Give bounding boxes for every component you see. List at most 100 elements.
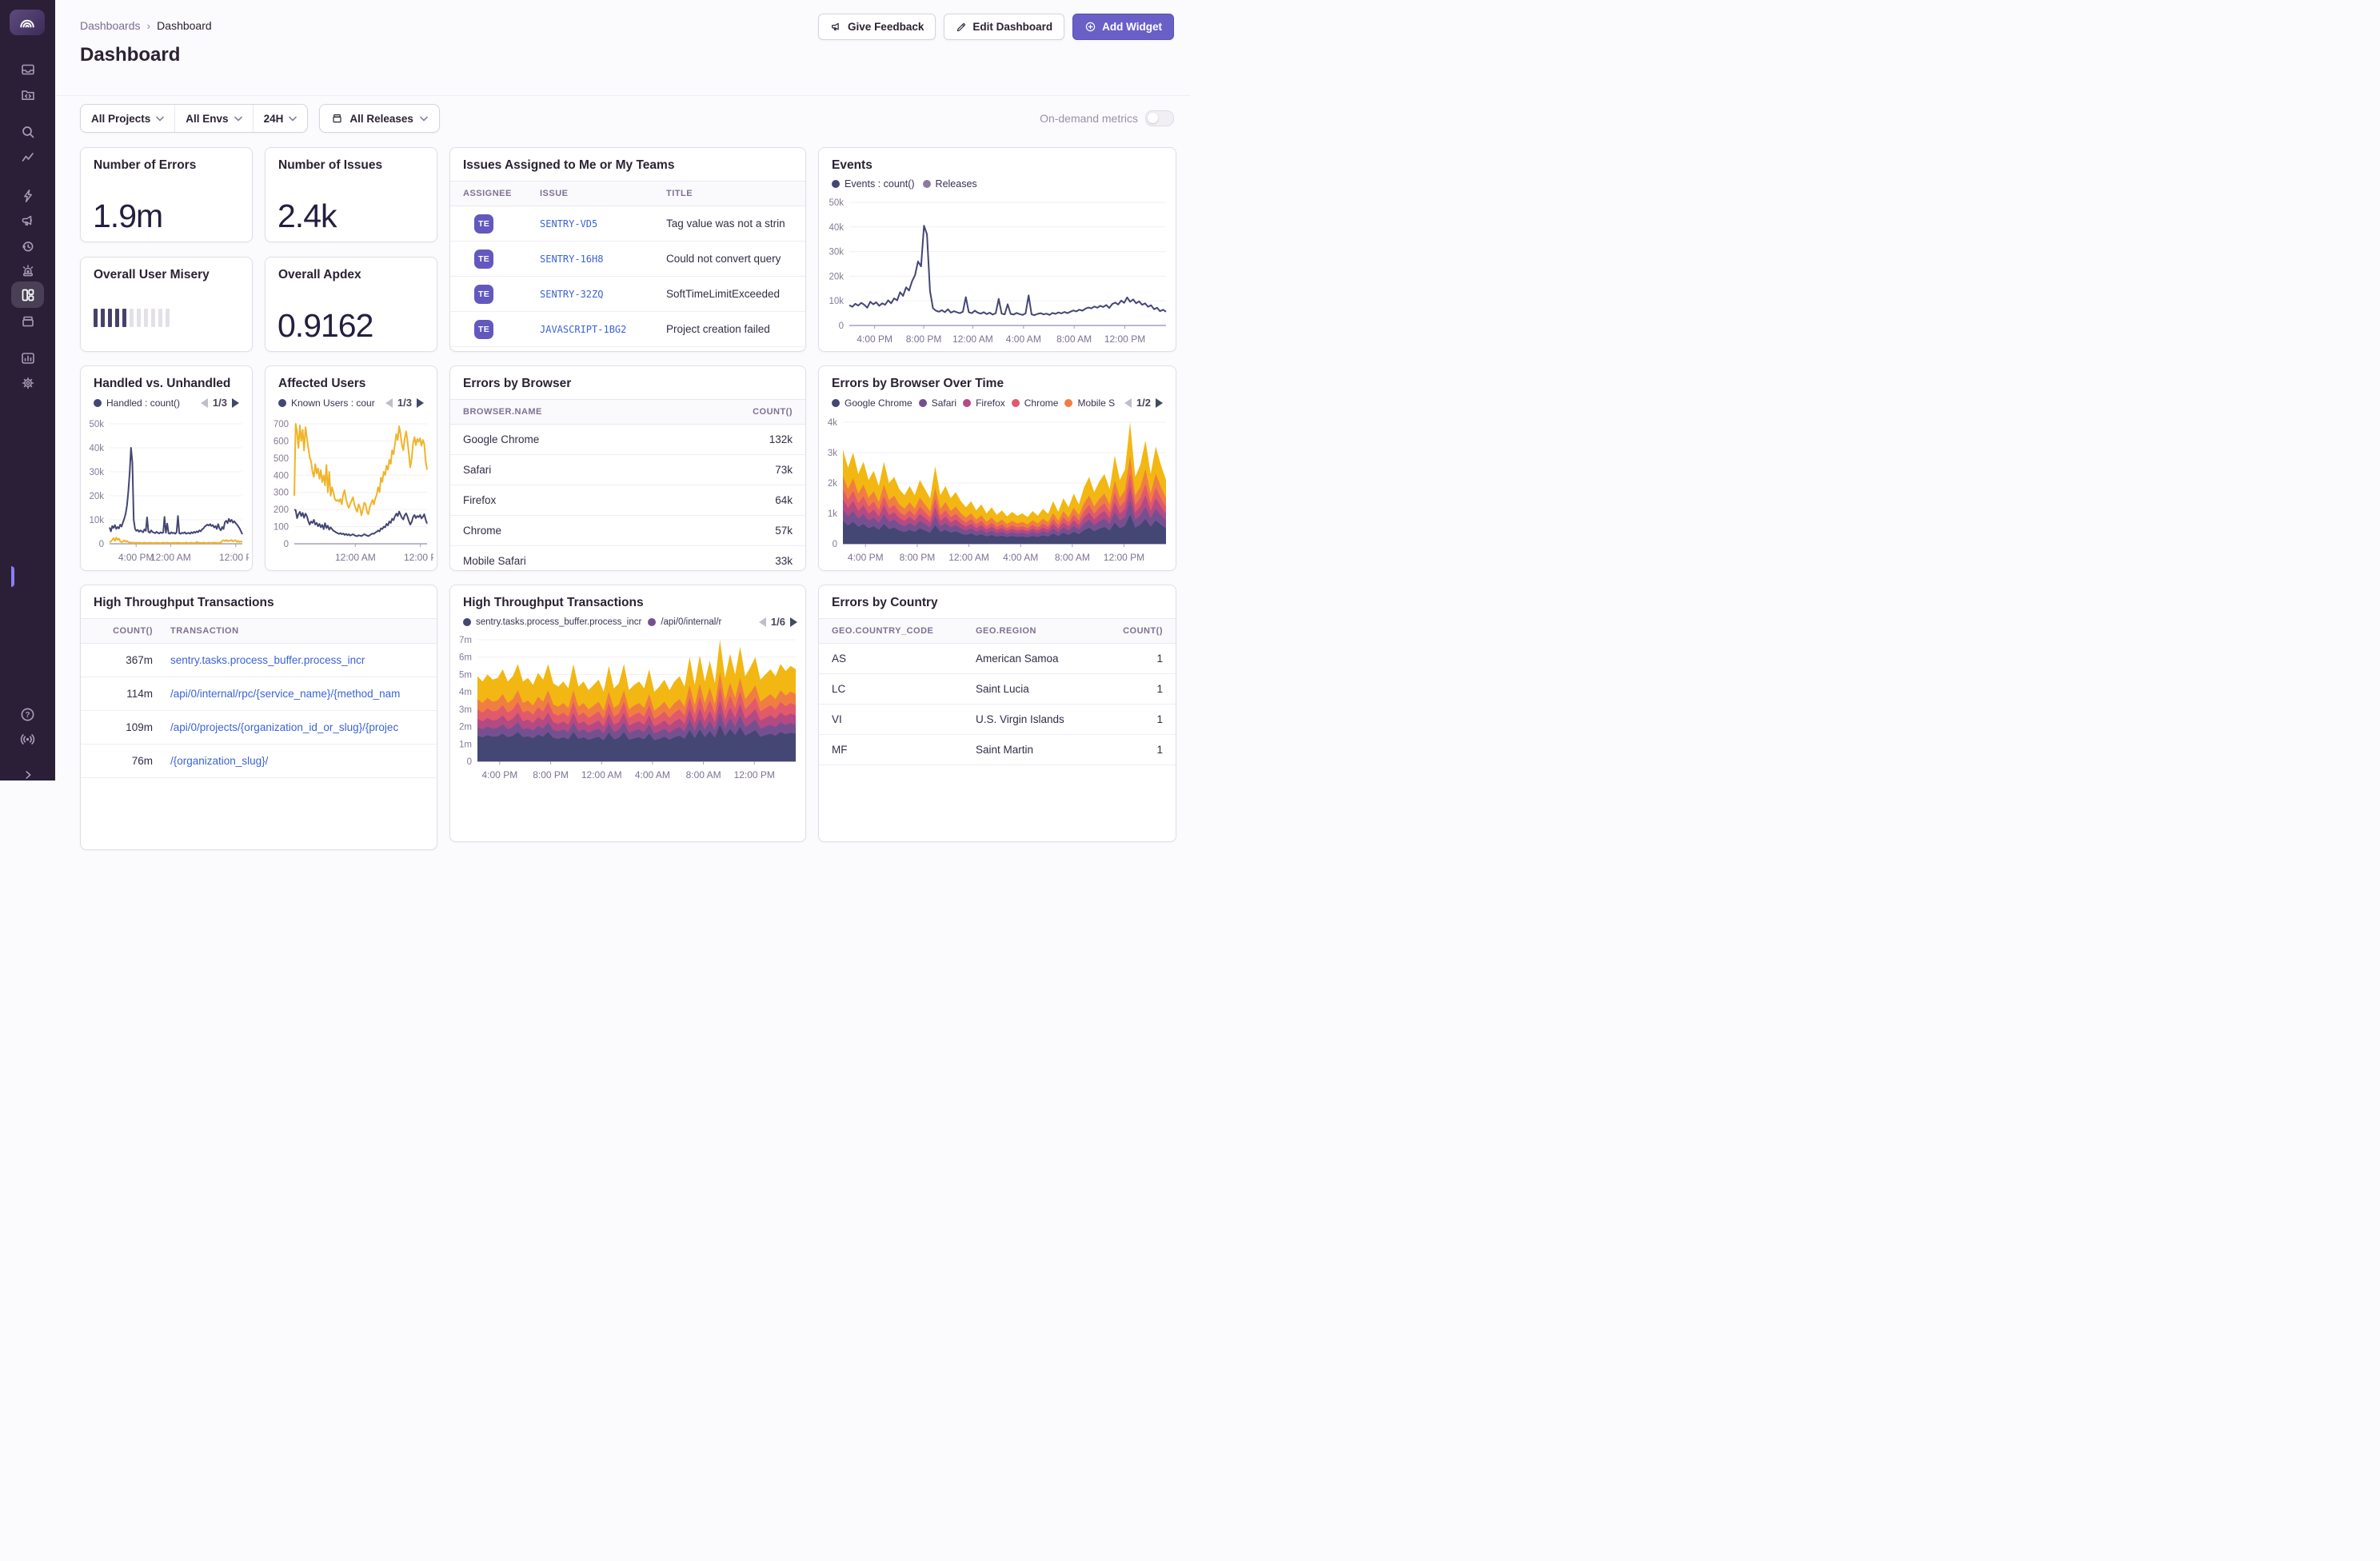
sidebar-item-issues[interactable] — [11, 56, 44, 82]
column-header-region[interactable]: GEO.REGION — [976, 626, 1115, 636]
legend-item[interactable]: Chrome — [1011, 397, 1058, 409]
svg-text:50k: 50k — [829, 198, 844, 208]
sidebar-item-performance[interactable] — [11, 182, 44, 209]
svg-text:4:00 AM: 4:00 AM — [635, 769, 670, 780]
transaction-link[interactable]: /api/0/internal/rpc/{service_name}/{meth… — [170, 688, 424, 700]
filter-bar: All Projects All Envs 24H All Releases — [80, 104, 440, 133]
widget-title: Overall User Misery — [94, 268, 210, 281]
add-widget-button[interactable]: Add Widget — [1072, 14, 1174, 40]
svg-text:300: 300 — [274, 489, 289, 498]
widget-errors-by-country[interactable]: Errors by Country GEO.COUNTRY_CODE GEO.R… — [818, 585, 1176, 842]
widget-title: Handled vs. Unhandled — [94, 377, 231, 390]
previous-page-arrow[interactable] — [1124, 397, 1132, 408]
count-cell: 1 — [1156, 683, 1163, 695]
widget-title: Number of Issues — [278, 158, 383, 172]
sidebar-item-stats[interactable] — [11, 345, 44, 371]
column-header-transaction[interactable]: TRANSACTION — [170, 626, 424, 636]
issue-cell: JAVASCRIPT-1BG2 — [540, 323, 666, 335]
column-header-issue[interactable]: ISSUE — [540, 189, 666, 198]
releases-filter[interactable]: All Releases — [319, 104, 440, 133]
legend-item[interactable]: sentry.tasks.process_buffer.process_incr — [463, 617, 641, 627]
next-page-arrow[interactable] — [1156, 397, 1163, 408]
legend-item[interactable]: Releases — [922, 178, 977, 190]
legend-item[interactable]: Safari — [918, 397, 956, 409]
legend-item[interactable]: Events : count() — [832, 178, 915, 190]
sidebar-item-alerts[interactable] — [11, 258, 44, 284]
issue-link[interactable]: JAVASCRIPT-1BG2 — [540, 324, 626, 335]
widget-errors-by-browser[interactable]: Errors by Browser BROWSER.NAME COUNT() G… — [449, 365, 806, 571]
column-header-title[interactable]: TITLE — [666, 189, 793, 198]
sidebar-item-search[interactable] — [11, 118, 44, 145]
sidebar-item-help[interactable]: ? — [11, 701, 44, 728]
widget-overall-apdex[interactable]: Overall Apdex 0.9162 — [265, 257, 437, 352]
column-header-count[interactable]: COUNT() — [94, 626, 153, 636]
browser-name-cell: Firefox — [463, 494, 497, 506]
column-header-count[interactable]: COUNT() — [753, 407, 793, 417]
time-filter-label: 24H — [263, 112, 284, 125]
legend-item[interactable]: Mobile S — [1064, 397, 1115, 409]
column-header-browser-name[interactable]: BROWSER.NAME — [463, 407, 753, 417]
sidebar-item-settings[interactable] — [11, 369, 44, 396]
time-filter[interactable]: 24H — [252, 105, 308, 132]
sidebar-item-broadcast[interactable] — [11, 726, 44, 753]
issue-link[interactable]: SENTRY-VD5 — [540, 218, 597, 230]
widget-high-throughput-chart[interactable]: High Throughput Transactions sentry.task… — [449, 585, 806, 842]
projects-filter[interactable]: All Projects — [81, 105, 174, 132]
sidebar-item-projects[interactable] — [11, 82, 44, 108]
sidebar-item-feedback[interactable] — [11, 207, 44, 234]
envs-filter[interactable]: All Envs — [174, 105, 252, 132]
sentry-logo[interactable] — [10, 10, 45, 35]
transaction-link[interactable]: /api/0/projects/{organization_id_or_slug… — [170, 721, 424, 733]
assignee-avatar[interactable]: TE — [474, 319, 493, 339]
previous-page-arrow[interactable] — [758, 617, 766, 627]
code-folder-icon — [21, 90, 34, 100]
widget-overall-user-misery[interactable]: Overall User Misery — [80, 257, 253, 352]
previous-page-arrow[interactable] — [200, 397, 208, 408]
previous-page-arrow[interactable] — [385, 397, 393, 408]
table-row: MF Saint Martin 1 — [819, 735, 1176, 765]
megaphone-icon — [832, 22, 839, 30]
sidebar-collapse[interactable] — [11, 761, 44, 788]
table-header: BROWSER.NAME COUNT() — [450, 399, 805, 425]
legend-item[interactable]: Known Users : cour — [278, 397, 375, 409]
column-header-assignee[interactable]: ASSIGNEE — [463, 189, 540, 198]
handled-chart: 0 10k 20k 30k 40k 50k 4:00 PM12:00 AM 12:00 P — [84, 417, 252, 565]
svg-text:1k: 1k — [828, 509, 837, 519]
ondemand-metrics-toggle[interactable] — [1145, 110, 1174, 126]
assignee-avatar[interactable]: TE — [474, 284, 493, 304]
legend-item[interactable]: Firefox — [963, 397, 1005, 409]
column-header-count[interactable]: COUNT() — [1115, 626, 1163, 636]
legend-item[interactable]: /api/0/internal/r — [648, 617, 721, 627]
assignee-avatar[interactable]: TE — [474, 214, 493, 234]
give-feedback-button[interactable]: Give Feedback — [818, 14, 936, 40]
assignee-cell: TE — [463, 249, 540, 269]
sidebar-item-traces[interactable] — [11, 145, 44, 171]
svg-text:20k: 20k — [89, 492, 104, 501]
next-page-arrow[interactable] — [417, 397, 424, 408]
edit-dashboard-button[interactable]: Edit Dashboard — [944, 14, 1065, 40]
widget-errors-by-browser-over-time[interactable]: Errors by Browser Over Time Google Chrom… — [818, 365, 1176, 571]
assignee-avatar[interactable]: TE — [474, 249, 493, 269]
widget-number-of-issues[interactable]: Number of Issues 2.4k — [265, 147, 437, 242]
widget-high-throughput-table[interactable]: High Throughput Transactions COUNT() TRA… — [80, 585, 437, 850]
widget-affected-users[interactable]: Affected Users Known Users : cour 1/3 0 10… — [265, 365, 437, 571]
sidebar-item-replays[interactable] — [11, 233, 44, 259]
next-page-arrow[interactable] — [232, 397, 239, 408]
transaction-link[interactable]: sentry.tasks.process_buffer.process_incr — [170, 654, 424, 666]
widget-number-of-errors[interactable]: Number of Errors 1.9m — [80, 147, 253, 242]
widget-events-chart[interactable]: Events Events : count() Releases 0 10k 20k 3… — [818, 147, 1176, 352]
table-row: Safari 73k — [450, 455, 805, 485]
transaction-link[interactable]: /{organization_slug}/ — [170, 755, 424, 767]
column-header-country-code[interactable]: GEO.COUNTRY_CODE — [832, 626, 976, 636]
widget-issues-assigned[interactable]: Issues Assigned to Me or My Teams ASSIGN… — [449, 147, 806, 352]
legend-item[interactable]: Handled : count() — [94, 397, 180, 409]
next-page-arrow[interactable] — [790, 617, 797, 627]
issue-link[interactable]: SENTRY-16H8 — [540, 254, 603, 265]
legend-item[interactable]: Google Chrome — [832, 397, 912, 409]
issue-link[interactable]: SENTRY-32ZQ — [540, 289, 603, 300]
archive-box-icon — [22, 316, 34, 326]
widget-handled-vs-unhandled[interactable]: Handled vs. Unhandled Handled : count() 1… — [80, 365, 253, 571]
breadcrumb-dashboards[interactable]: Dashboards — [80, 19, 141, 32]
sidebar-item-dashboards[interactable] — [11, 281, 44, 587]
sidebar-item-releases[interactable] — [11, 308, 44, 334]
